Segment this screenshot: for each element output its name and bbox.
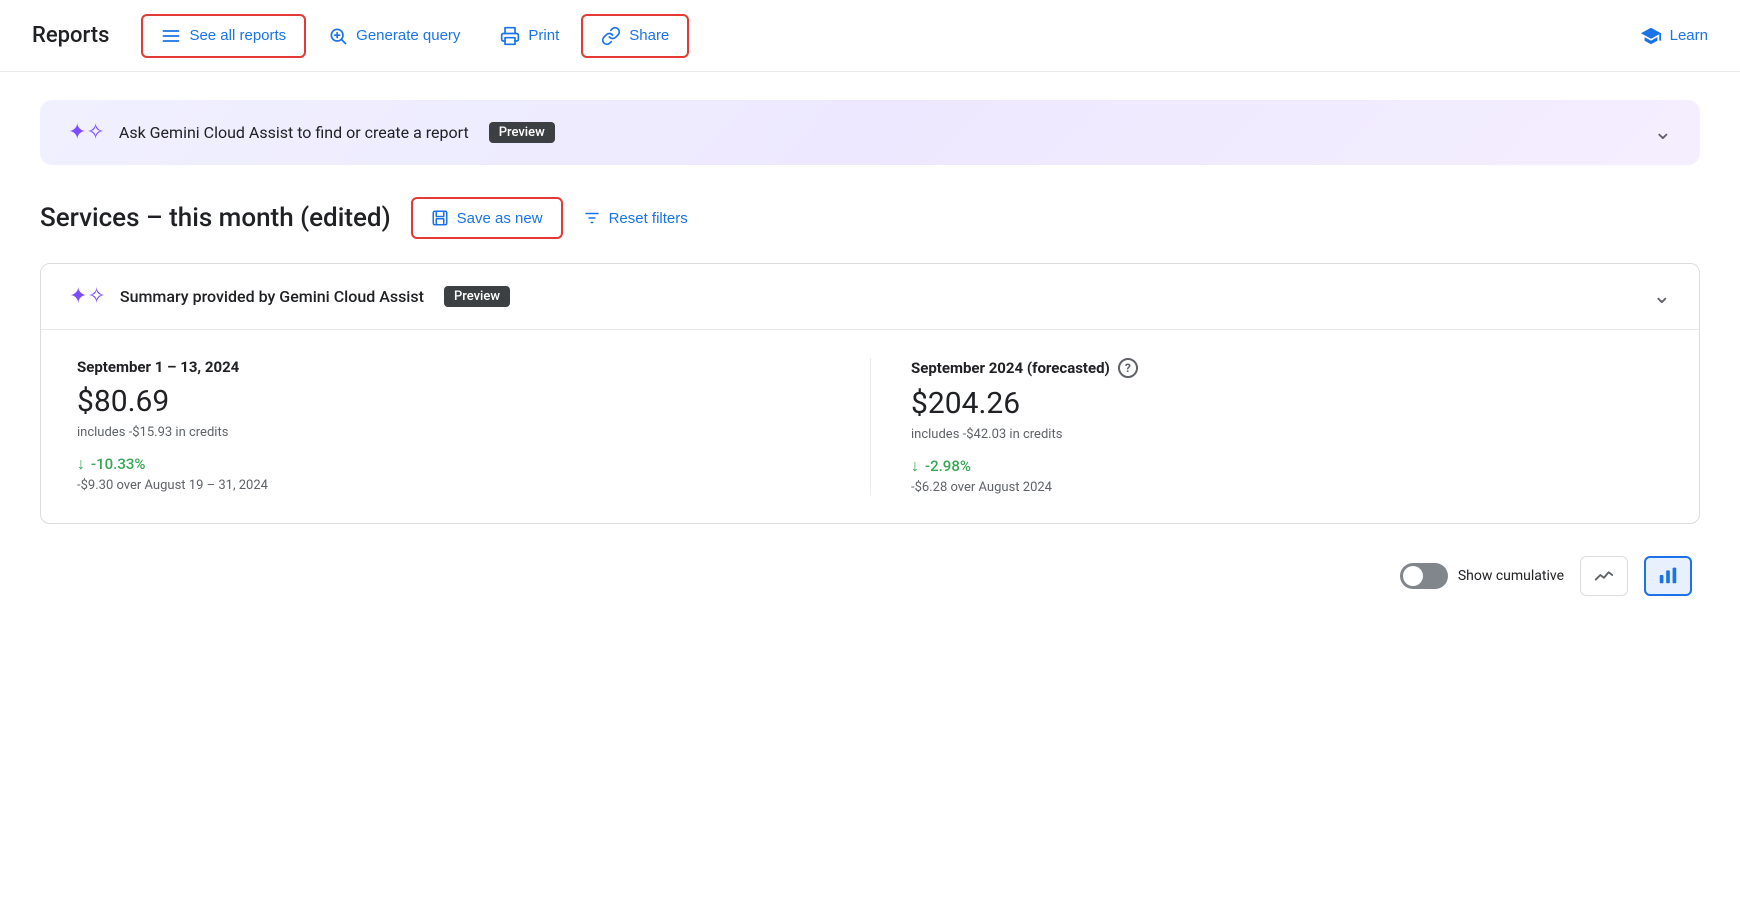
right-credits: includes -$42.03 in credits — [911, 427, 1663, 442]
sparkle-icon: ✦✧ — [68, 120, 105, 145]
toggle-knob — [1403, 566, 1423, 586]
bar-chart-icon — [1657, 564, 1679, 589]
reset-filters-button[interactable]: Reset filters — [583, 209, 688, 227]
sparkle-icon-2: ✦✧ — [69, 284, 106, 309]
show-cumulative-label: Show cumulative — [1458, 568, 1564, 584]
right-change-desc: -$6.28 over August 2024 — [911, 480, 1663, 495]
print-button[interactable]: Print — [482, 16, 577, 56]
summary-right-col: September 2024 (forecasted) ? $204.26 in… — [870, 358, 1663, 495]
page-title: Reports — [32, 23, 109, 48]
bar-chart-button[interactable] — [1644, 556, 1692, 596]
learn-label: Learn — [1670, 27, 1708, 44]
summary-chevron-icon: ⌄ — [1653, 284, 1671, 309]
report-title: Services – this month (edited) — [40, 203, 391, 233]
generate-query-label: Generate query — [356, 27, 460, 44]
summary-card: ✦✧ Summary provided by Gemini Cloud Assi… — [40, 263, 1700, 524]
chevron-down-icon: ⌄ — [1654, 120, 1672, 145]
report-title-row: Services – this month (edited) Save as n… — [40, 197, 1700, 239]
list-icon — [161, 26, 181, 46]
toggle-track — [1400, 563, 1448, 589]
line-chart-button[interactable] — [1580, 556, 1628, 596]
down-arrow-icon: ↓ — [77, 454, 85, 474]
right-amount: $204.26 — [911, 386, 1663, 421]
show-cumulative-container: Show cumulative — [1400, 563, 1564, 589]
save-as-new-label: Save as new — [457, 210, 543, 227]
left-change: ↓ -10.33% — [77, 454, 830, 474]
see-all-reports-button[interactable]: See all reports — [141, 14, 306, 58]
save-icon — [431, 209, 449, 227]
gemini-banner-content: ✦✧ Ask Gemini Cloud Assist to find or cr… — [68, 120, 555, 145]
summary-body: September 1 – 13, 2024 $80.69 includes -… — [41, 329, 1699, 523]
gemini-banner-text: Ask Gemini Cloud Assist to find or creat… — [119, 123, 469, 142]
print-label: Print — [528, 27, 559, 44]
summary-header-text: Summary provided by Gemini Cloud Assist — [120, 287, 424, 306]
summary-preview-badge: Preview — [444, 286, 510, 307]
summary-header-left: ✦✧ Summary provided by Gemini Cloud Assi… — [69, 284, 510, 309]
gemini-banner[interactable]: ✦✧ Ask Gemini Cloud Assist to find or cr… — [40, 100, 1700, 165]
learn-button[interactable]: Learn — [1640, 25, 1708, 47]
help-icon[interactable]: ? — [1118, 358, 1138, 378]
share-button[interactable]: Share — [581, 14, 689, 58]
share-icon — [601, 26, 621, 46]
see-all-reports-label: See all reports — [189, 27, 286, 44]
save-as-new-button[interactable]: Save as new — [411, 197, 563, 239]
main-content: ✦✧ Ask Gemini Cloud Assist to find or cr… — [0, 72, 1740, 624]
summary-left-col: September 1 – 13, 2024 $80.69 includes -… — [77, 358, 870, 495]
header-right: Learn — [1640, 25, 1708, 47]
graduation-icon — [1640, 25, 1662, 47]
summary-card-header[interactable]: ✦✧ Summary provided by Gemini Cloud Assi… — [41, 264, 1699, 329]
left-change-desc: -$9.30 over August 19 – 31, 2024 — [77, 478, 830, 493]
down-arrow-icon-2: ↓ — [911, 456, 919, 476]
left-amount: $80.69 — [77, 384, 830, 419]
left-credits: includes -$15.93 in credits — [77, 425, 830, 440]
app-header: Reports See all reports Gen — [0, 0, 1740, 72]
bottom-bar: Show cumulative — [40, 556, 1700, 596]
left-period: September 1 – 13, 2024 — [77, 358, 830, 376]
gemini-preview-badge: Preview — [489, 122, 555, 143]
query-icon — [328, 26, 348, 46]
right-change: ↓ -2.98% — [911, 456, 1663, 476]
generate-query-button[interactable]: Generate query — [310, 16, 478, 56]
filter-icon — [583, 209, 601, 227]
print-icon — [500, 26, 520, 46]
cumulative-toggle[interactable] — [1400, 563, 1448, 589]
line-chart-icon — [1593, 564, 1615, 589]
share-label: Share — [629, 27, 669, 44]
header-nav: See all reports Generate query — [141, 14, 1639, 58]
right-period: September 2024 (forecasted) ? — [911, 358, 1663, 378]
reset-filters-label: Reset filters — [609, 210, 688, 227]
